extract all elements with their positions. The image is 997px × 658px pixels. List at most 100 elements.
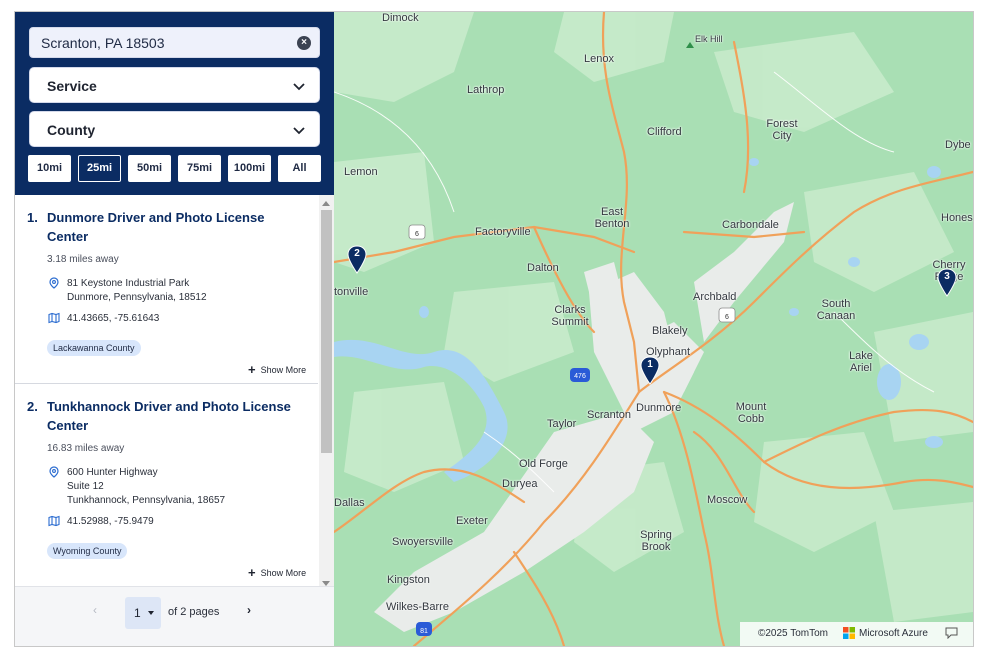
place-label: Lathrop (467, 84, 505, 96)
result-number: 2. (27, 399, 38, 414)
place-label: Hones (941, 212, 973, 224)
show-more-link[interactable]: + Show More (248, 565, 318, 580)
peak-icon (686, 42, 694, 48)
place-label: Swoyersville (392, 536, 454, 548)
place-label: Dalton (527, 262, 559, 274)
place-label: Scranton (587, 409, 632, 421)
service-dropdown-label: Service (47, 78, 97, 94)
plus-icon: + (248, 565, 256, 580)
location-pin-icon (49, 466, 59, 478)
radius-all-button[interactable]: All (278, 155, 321, 182)
highway-shield-label: 6 (415, 231, 419, 238)
place-label: Spring Brook (640, 529, 672, 553)
store-locator: × Service County 10mi 25mi 50mi 75mi 100… (14, 11, 974, 647)
location-marker-3[interactable]: 3 (937, 268, 959, 298)
search-input[interactable] (41, 33, 291, 53)
location-marker-2[interactable]: 2 (347, 245, 369, 275)
place-label: tonville (334, 286, 369, 298)
radius-50mi-button[interactable]: 50mi (128, 155, 171, 182)
place-label: East Benton (594, 206, 630, 230)
next-page-button[interactable]: › (247, 603, 251, 617)
place-label: Dimock (382, 12, 419, 24)
results-scrollbar[interactable] (319, 195, 334, 592)
search-box: × (29, 27, 320, 58)
location-marker-1[interactable]: 1 (640, 356, 662, 386)
map-attribution: ©2025 TomTom Microsoft Azure (740, 622, 973, 646)
show-more-label: Show More (260, 568, 307, 578)
county-badge: Lackawanna County (47, 340, 141, 356)
place-label: Wilkes-Barre (386, 601, 449, 613)
result-distance: 16.83 miles away (47, 443, 125, 454)
caret-down-icon (148, 611, 154, 615)
left-panel: × Service County 10mi 25mi 50mi 75mi 100… (15, 12, 334, 646)
result-name[interactable]: Tunkhannock Driver and Photo License Cen… (47, 397, 297, 435)
result-number: 1. (27, 210, 38, 225)
filter-bar: × Service County 10mi 25mi 50mi 75mi 100… (15, 12, 334, 195)
azure-attribution: Microsoft Azure (859, 628, 928, 639)
highway-shield-label: 81 (420, 628, 428, 635)
list-item[interactable]: 1. Dunmore Driver and Photo License Cent… (15, 195, 318, 383)
place-label: Archbald (693, 291, 737, 303)
tomtom-attribution: ©2025 TomTom (758, 628, 828, 639)
show-more-link[interactable]: + Show More (248, 362, 318, 377)
result-address-line: 600 Hunter Highway (67, 467, 158, 478)
result-address-line: Suite 12 (67, 481, 104, 492)
feedback-icon[interactable] (945, 627, 958, 639)
results-list: 1. Dunmore Driver and Photo License Cent… (15, 195, 334, 585)
service-dropdown[interactable]: Service (29, 67, 320, 103)
marker-number: 2 (354, 248, 360, 259)
plus-icon: + (248, 362, 256, 377)
highway-shield-label: 6 (725, 314, 729, 321)
highway-shield-label: 476 (574, 373, 586, 380)
current-page: 1 (134, 606, 141, 620)
result-name[interactable]: Dunmore Driver and Photo License Center (47, 208, 297, 246)
place-label: Lemon (344, 166, 378, 178)
chevron-down-icon (293, 83, 305, 91)
result-distance: 3.18 miles away (47, 254, 119, 265)
chevron-down-icon (293, 127, 305, 135)
marker-number: 3 (944, 271, 950, 282)
radius-75mi-button[interactable]: 75mi (178, 155, 221, 182)
radius-100mi-button[interactable]: 100mi (228, 155, 271, 182)
place-label: Moscow (707, 494, 748, 506)
page-select[interactable]: 1 (125, 597, 161, 629)
place-label: Taylor (547, 418, 577, 430)
prev-page-button[interactable]: ‹ (93, 603, 97, 617)
county-badge: Wyoming County (47, 543, 128, 559)
place-label: Blakely (652, 325, 688, 337)
result-address-line: Dunmore, Pennsylvania, 18512 (67, 292, 207, 303)
radius-10mi-button[interactable]: 10mi (28, 155, 71, 182)
place-label: South Canaan (816, 298, 856, 322)
place-label: Old Forge (519, 458, 568, 470)
place-label: Clifford (647, 126, 682, 138)
map-icon (48, 515, 60, 527)
place-label: Duryea (502, 478, 538, 490)
page-count-text: of 2 pages (168, 606, 220, 618)
place-label: Factoryville (475, 226, 531, 238)
clear-search-icon[interactable]: × (297, 36, 311, 50)
place-label: Dunmore (636, 402, 682, 414)
pagination: ‹ 1 of 2 pages › (15, 586, 334, 646)
place-label: Forest City (766, 118, 798, 142)
place-label: Carbondale (722, 219, 779, 231)
place-label: Clarks Summit (551, 304, 589, 328)
marker-number: 1 (647, 359, 653, 370)
place-label: Dallas (334, 497, 365, 509)
place-label: Kingston (387, 574, 430, 586)
microsoft-logo-icon (843, 627, 855, 639)
location-pin-icon (49, 277, 59, 289)
map-canvas[interactable]: 6 6 476 81 Dimock Elk Hill Lenox Lathrop… (334, 12, 973, 646)
map-icon (48, 312, 60, 324)
list-item[interactable]: 2. Tunkhannock Driver and Photo License … (15, 384, 318, 585)
place-label: Mount Cobb (735, 401, 767, 425)
place-label: Dybe (945, 139, 971, 151)
result-address-line: Tunkhannock, Pennsylvania, 18657 (67, 495, 226, 506)
radius-25mi-button[interactable]: 25mi (78, 155, 121, 182)
county-dropdown[interactable]: County (29, 111, 320, 147)
radius-options: 10mi 25mi 50mi 75mi 100mi All (28, 155, 321, 182)
county-dropdown-label: County (47, 122, 96, 138)
scroll-up-arrow-icon[interactable] (322, 201, 330, 206)
result-address-line: 81 Keystone Industrial Park (67, 278, 190, 289)
place-label: Lake Ariel (849, 350, 873, 374)
scrollbar-thumb[interactable] (321, 210, 332, 453)
